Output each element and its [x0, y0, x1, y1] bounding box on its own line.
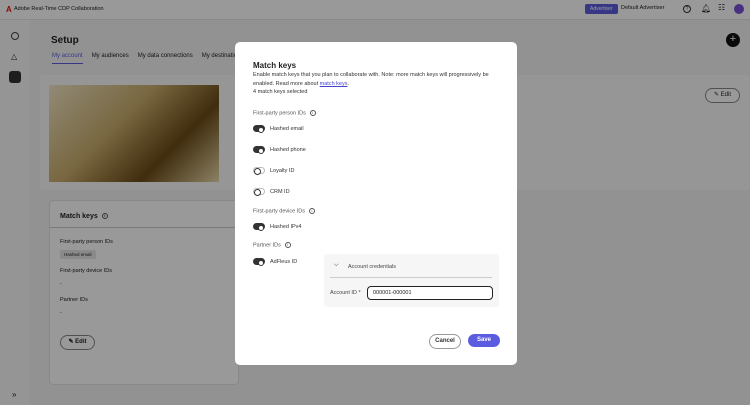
toggle-switch[interactable] — [253, 258, 265, 266]
description-text: Enable match keys that you plan to colla… — [253, 72, 489, 87]
toggle-switch[interactable] — [253, 223, 265, 231]
match-keys-link[interactable]: match keys — [320, 81, 348, 87]
toggle-switch[interactable] — [253, 125, 265, 133]
group-label: First-party person IDs i — [253, 110, 316, 116]
save-button[interactable]: Save — [468, 334, 500, 347]
info-icon[interactable]: i — [309, 110, 316, 116]
credentials-panel: ⌵ Account credentials Account ID * 00000… — [324, 254, 499, 307]
group-label-text: First-party device IDs — [253, 208, 305, 215]
label-text: Account ID — [330, 290, 357, 296]
toggle-switch[interactable] — [253, 188, 265, 196]
account-id-label: Account ID * — [330, 290, 361, 296]
selected-count: 4 match keys selected — [253, 89, 308, 95]
info-icon[interactable]: i — [284, 242, 291, 248]
credentials-header[interactable]: Account credentials — [348, 264, 396, 270]
period: . — [347, 81, 350, 87]
group-label-text: Partner IDs — [253, 242, 281, 249]
group-label: Partner IDs i — [253, 242, 291, 248]
match-keys-dialog: Match keys Enable match keys that you pl… — [235, 42, 517, 365]
toggle-label: CRM ID — [270, 188, 290, 195]
toggle-label: AdFleus ID — [270, 258, 298, 265]
toggle-label: Hashed email — [270, 125, 304, 132]
chevron-down-icon[interactable]: ⌵ — [334, 262, 339, 269]
toggle-switch[interactable] — [253, 167, 265, 175]
required-marker: * — [358, 290, 361, 296]
divider — [330, 277, 492, 278]
toggle-label: Hashed IPv4 — [270, 223, 302, 230]
cancel-button[interactable]: Cancel — [429, 334, 461, 349]
toggle-label: Hashed phone — [270, 146, 306, 153]
group-label: First-party device IDs i — [253, 208, 315, 214]
dialog-description: Enable match keys that you plan to colla… — [253, 71, 503, 89]
group-label-text: First-party person IDs — [253, 110, 306, 117]
info-icon[interactable]: i — [308, 208, 315, 214]
account-id-input[interactable]: 000001-000001 — [367, 286, 493, 300]
toggle-label: Loyalty ID — [270, 167, 295, 174]
toggle-switch[interactable] — [253, 146, 265, 154]
dialog-title: Match keys — [253, 61, 297, 70]
